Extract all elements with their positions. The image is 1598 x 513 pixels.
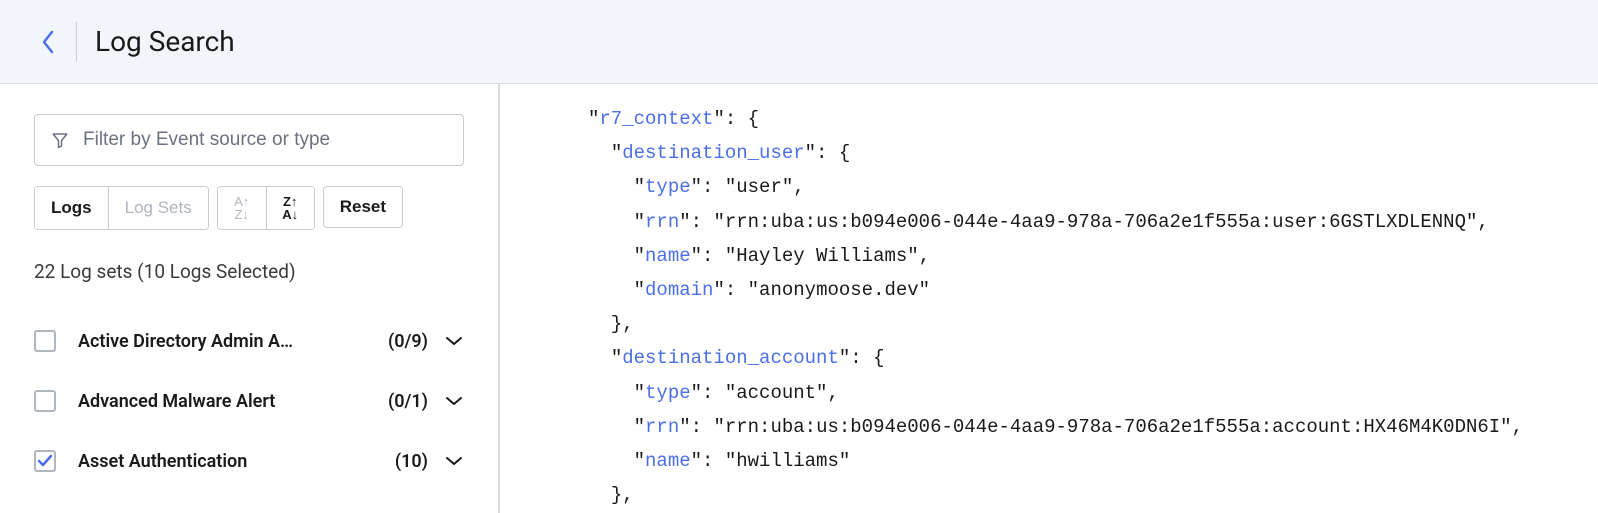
filter-icon — [51, 131, 69, 149]
logset-item-asset-auth[interactable]: Asset Authentication (10) — [34, 431, 464, 491]
page-title: Log Search — [95, 25, 235, 58]
filter-input[interactable] — [83, 129, 447, 151]
sort-desc-button[interactable]: Z↑A↓ — [266, 187, 314, 229]
logset-count: (0/9) — [388, 331, 428, 352]
chevron-down-icon[interactable] — [428, 395, 464, 407]
log-detail-panel: "r7_context": { "destination_user": { "t… — [500, 84, 1598, 513]
logs-tab[interactable]: Logs — [35, 187, 108, 229]
chevron-down-icon[interactable] — [428, 455, 464, 467]
header-divider — [76, 22, 77, 62]
logset-item-advanced-malware[interactable]: Advanced Malware Alert (0/1) — [34, 371, 464, 431]
checkbox-unchecked[interactable] — [34, 390, 56, 412]
filter-input-wrap[interactable] — [34, 114, 464, 166]
view-toggle: Logs Log Sets — [34, 186, 209, 230]
json-viewer: "r7_context": { "destination_user": { "t… — [588, 102, 1578, 512]
toolbar: Logs Log Sets A↑Z↓ Z↑A↓ Reset — [34, 186, 464, 230]
page-header: Log Search — [0, 0, 1598, 84]
sort-asc-icon: A↑Z↓ — [234, 195, 249, 221]
chevron-down-icon[interactable] — [428, 335, 464, 347]
logset-count: (0/1) — [388, 391, 428, 412]
logset-label: Active Directory Admin A… — [78, 331, 380, 352]
logset-label: Asset Authentication — [78, 451, 387, 472]
log-sets-tab[interactable]: Log Sets — [108, 187, 208, 229]
back-button[interactable] — [28, 22, 68, 62]
reset-button[interactable]: Reset — [323, 186, 403, 228]
sidebar: Logs Log Sets A↑Z↓ Z↑A↓ Reset 22 Log set… — [0, 84, 500, 513]
logset-item-active-directory[interactable]: Active Directory Admin A… (0/9) — [34, 311, 464, 371]
sort-desc-icon: Z↑A↓ — [282, 195, 298, 221]
sort-asc-button[interactable]: A↑Z↓ — [218, 187, 266, 229]
logsets-summary: 22 Log sets (10 Logs Selected) — [34, 260, 464, 283]
sort-group: A↑Z↓ Z↑A↓ — [217, 186, 315, 230]
logset-label: Advanced Malware Alert — [78, 391, 380, 412]
checkbox-unchecked[interactable] — [34, 330, 56, 352]
checkbox-checked[interactable] — [34, 450, 56, 472]
logset-count: (10) — [395, 451, 428, 472]
